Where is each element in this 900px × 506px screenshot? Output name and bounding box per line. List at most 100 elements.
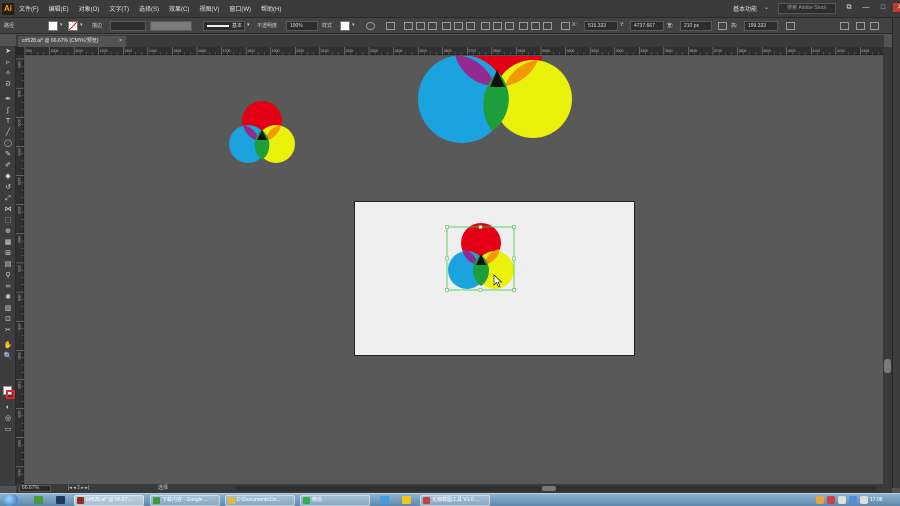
column-graph-icon[interactable]: ▥ <box>3 305 13 313</box>
align-to-icon[interactable] <box>386 22 395 30</box>
resize-handle[interactable] <box>445 256 449 261</box>
transform-reference-icon[interactable] <box>561 22 570 30</box>
artboard[interactable] <box>354 201 635 356</box>
blend-tool-icon[interactable]: ∞ <box>3 283 13 291</box>
link-proportions-icon[interactable] <box>718 22 727 30</box>
align-top-icon[interactable] <box>442 22 451 30</box>
horizontal-scrollbar[interactable] <box>236 486 876 491</box>
taskbar-item-screenshot[interactable]: 花瓣截图工具 V1.0 ... <box>420 495 490 506</box>
resize-handle[interactable] <box>478 225 483 229</box>
pencil-icon[interactable]: ✐ <box>3 162 13 170</box>
y-field[interactable]: 4737.667 <box>630 21 664 31</box>
maximize-button[interactable]: □ <box>876 3 890 12</box>
brush-definition[interactable]: 基本 <box>203 21 245 31</box>
drawing-mode-icon[interactable]: ◎ <box>3 415 13 423</box>
selected-venn-group[interactable] <box>448 223 514 289</box>
qq-icon[interactable] <box>402 496 411 504</box>
taskbar-item-wechat[interactable]: 微信 <box>300 495 370 506</box>
chevron-down-icon[interactable]: ▾ <box>352 22 355 28</box>
zoom-tool-icon[interactable]: 🔍 <box>3 353 13 361</box>
fill-swatch[interactable] <box>48 21 58 31</box>
menu-effect[interactable]: 效果(C) <box>169 4 189 13</box>
opacity-label[interactable]: 不透明度 <box>257 22 277 29</box>
shape-builder-icon[interactable]: ⊕ <box>3 228 13 236</box>
screen-mode-icon[interactable]: ▭ <box>3 426 13 434</box>
rotate-tool-icon[interactable]: ↺ <box>3 184 13 192</box>
taskbar-item-illustrator[interactable]: crf528.ai* @ 66.67... <box>74 495 144 506</box>
slice-tool-icon[interactable]: ✂ <box>3 327 13 335</box>
resize-handle[interactable] <box>512 225 516 229</box>
volume-icon[interactable] <box>860 496 868 504</box>
stroke-color-icon[interactable] <box>6 390 15 399</box>
align-bottom-icon[interactable] <box>466 22 475 30</box>
resize-handle[interactable] <box>445 288 449 292</box>
menu-edit[interactable]: 编辑(E) <box>49 4 69 13</box>
panel-menu-icon[interactable] <box>856 22 865 30</box>
symbol-sprayer-icon[interactable]: ✺ <box>3 294 13 302</box>
magic-wand-icon[interactable]: ✧ <box>3 70 13 78</box>
align-vcenter-icon[interactable] <box>454 22 463 30</box>
large-venn-group[interactable] <box>418 56 572 143</box>
chevron-down-icon[interactable]: ▾ <box>60 22 63 28</box>
height-field[interactable]: 199.333 <box>744 21 778 31</box>
stroke-label[interactable]: 描边 <box>92 22 102 29</box>
stroke-swatch[interactable] <box>68 21 78 31</box>
quicklaunch-icon[interactable] <box>56 496 65 504</box>
arrange-icon[interactable]: ⧉ <box>842 3 856 12</box>
perspective-grid-icon[interactable]: ▦ <box>3 239 13 247</box>
distribute-vcenter-icon[interactable] <box>493 22 502 30</box>
transform-options-icon[interactable] <box>786 22 795 30</box>
gradient-tool-icon[interactable]: ▤ <box>3 261 13 269</box>
quicklaunch-icon[interactable] <box>380 496 389 504</box>
pen-tool-icon[interactable]: ✒ <box>3 96 13 104</box>
menu-file[interactable]: 文件(F) <box>19 4 39 13</box>
align-left-icon[interactable] <box>404 22 413 30</box>
hand-tool-icon[interactable]: ✋ <box>3 342 13 350</box>
taskbar-item-explorer[interactable]: D:\Documents\Do... <box>225 495 295 506</box>
graphic-style-swatch[interactable] <box>340 21 350 31</box>
ruler-origin[interactable] <box>16 47 24 55</box>
lasso-icon[interactable]: ᘐ <box>3 81 13 89</box>
workspace-switcher[interactable]: 基本功能 <box>733 4 757 13</box>
scroll-thumb[interactable] <box>884 359 891 373</box>
menu-select[interactable]: 选择(S) <box>139 4 159 13</box>
paintbrush-icon[interactable]: ✎ <box>3 151 13 159</box>
vertical-scrollbar[interactable] <box>883 47 892 484</box>
isolate-icon[interactable] <box>840 22 849 30</box>
ellipse-tool-icon[interactable]: ◯ <box>3 140 13 148</box>
close-tab-icon[interactable]: × <box>119 36 122 47</box>
menu-object[interactable]: 对象(O) <box>79 4 100 13</box>
current-tool-status[interactable]: 选择 <box>158 485 168 492</box>
width-field[interactable]: 210 px <box>680 21 712 31</box>
resize-handle[interactable] <box>445 225 449 229</box>
chevron-down-icon[interactable]: ▾ <box>80 22 83 28</box>
selection-tool-icon[interactable]: ➤ <box>3 48 13 56</box>
width-tool-icon[interactable]: ⋈ <box>3 206 13 214</box>
scale-tool-icon[interactable]: ⤢ <box>3 195 13 203</box>
start-button[interactable] <box>3 494 18 506</box>
resize-handle[interactable] <box>512 256 516 261</box>
mesh-tool-icon[interactable]: ⊞ <box>3 250 13 258</box>
artboard-tool-icon[interactable]: ⊡ <box>3 316 13 324</box>
menu-help[interactable]: 帮助(H) <box>261 4 281 13</box>
distribute-hcenter-icon[interactable] <box>531 22 540 30</box>
tray-icon[interactable] <box>816 496 824 504</box>
minimize-button[interactable]: — <box>859 3 873 12</box>
line-tool-icon[interactable]: ╱ <box>3 129 13 137</box>
distribute-top-icon[interactable] <box>481 22 490 30</box>
resize-handle[interactable] <box>512 288 516 292</box>
color-mode-icon[interactable]: ◐ <box>3 404 13 412</box>
free-transform-icon[interactable]: ⬚ <box>3 217 13 225</box>
direct-selection-tool-icon[interactable]: ▹ <box>3 59 13 67</box>
recolor-artwork-icon[interactable] <box>366 22 375 30</box>
tray-icon[interactable] <box>827 496 835 504</box>
eraser-icon[interactable]: ◆ <box>3 173 13 181</box>
menu-icon[interactable] <box>870 22 879 30</box>
chevron-down-icon[interactable]: ⌄ <box>764 4 769 11</box>
network-icon[interactable] <box>849 496 857 504</box>
menu-type[interactable]: 文字(T) <box>109 4 129 13</box>
curvature-tool-icon[interactable]: ∫ <box>3 107 13 115</box>
quicklaunch-icon[interactable] <box>34 496 43 504</box>
chevron-down-icon[interactable]: ▾ <box>247 22 250 28</box>
x-field[interactable]: 515.333 <box>584 21 618 31</box>
